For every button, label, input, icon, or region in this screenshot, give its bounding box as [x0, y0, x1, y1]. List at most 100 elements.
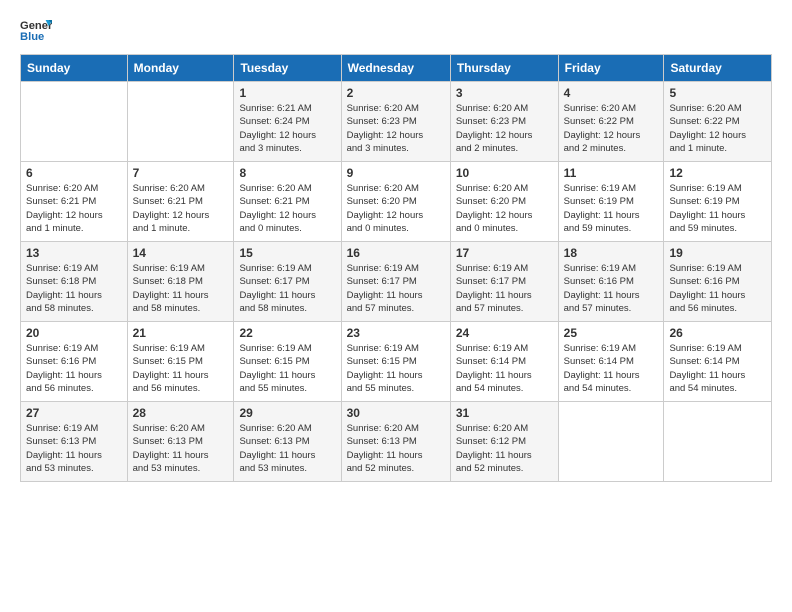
day-header-sunday: Sunday: [21, 55, 128, 82]
calendar-cell: 20 Sunrise: 6:19 AMSunset: 6:16 PMDayligh…: [21, 322, 128, 402]
day-number: 26: [669, 326, 766, 340]
calendar-cell: [21, 82, 128, 162]
day-info: Sunrise: 6:20 AMSunset: 6:22 PMDaylight:…: [564, 102, 659, 155]
day-number: 21: [133, 326, 229, 340]
calendar-cell: [664, 402, 772, 482]
day-info: Sunrise: 6:19 AMSunset: 6:19 PMDaylight:…: [669, 182, 766, 235]
calendar-cell: 11Sunrise: 6:19 AMSunset: 6:19 PMDayligh…: [558, 162, 664, 242]
logo-icon: General Blue: [20, 16, 52, 44]
day-info: Sunrise: 6:19 AMSunset: 6:18 PMDaylight:…: [133, 262, 229, 315]
day-info: Sunrise: 6:19 AMSunset: 6:15 PMDaylight:…: [133, 342, 229, 395]
day-info: Sunrise: 6:19 AMSunset: 6:17 PMDaylight:…: [347, 262, 445, 315]
calendar-cell: 15 Sunrise: 6:19 AMSunset: 6:17 PMDayligh…: [234, 242, 341, 322]
calendar-cell: 3 Sunrise: 6:20 AMSunset: 6:23 PMDaylight…: [450, 82, 558, 162]
day-number: 19: [669, 246, 766, 260]
calendar-cell: 5Sunrise: 6:20 AMSunset: 6:22 PMDaylight…: [664, 82, 772, 162]
day-number: 12: [669, 166, 766, 180]
day-info: Sunrise: 6:20 AMSunset: 6:23 PMDaylight:…: [456, 102, 553, 155]
day-number: 9: [347, 166, 445, 180]
calendar-cell: 2Sunrise: 6:20 AMSunset: 6:23 PMDaylight…: [341, 82, 450, 162]
calendar-cell: 7 Sunrise: 6:20 AMSunset: 6:21 PMDaylight…: [127, 162, 234, 242]
calendar-cell: 10Sunrise: 6:20 AMSunset: 6:20 PMDayligh…: [450, 162, 558, 242]
day-info: Sunrise: 6:20 AMSunset: 6:13 PMDaylight:…: [133, 422, 229, 475]
day-number: 27: [26, 406, 122, 420]
day-number: 3: [456, 86, 553, 100]
day-number: 14: [133, 246, 229, 260]
page: General Blue SundayMondayTuesdayWednesda…: [0, 0, 792, 612]
day-number: 31: [456, 406, 553, 420]
calendar-cell: 28Sunrise: 6:20 AMSunset: 6:13 PMDayligh…: [127, 402, 234, 482]
week-row-5: 27 Sunrise: 6:19 AMSunset: 6:13 PMDayligh…: [21, 402, 772, 482]
day-number: 13: [26, 246, 122, 260]
logo: General Blue: [20, 16, 56, 44]
day-number: 4: [564, 86, 659, 100]
day-header-saturday: Saturday: [664, 55, 772, 82]
day-info: Sunrise: 6:19 AMSunset: 6:16 PMDaylight:…: [26, 342, 122, 395]
calendar-cell: 31 Sunrise: 6:20 AMSunset: 6:12 PMDayligh…: [450, 402, 558, 482]
day-number: 1: [239, 86, 335, 100]
day-number: 18: [564, 246, 659, 260]
day-number: 30: [347, 406, 445, 420]
calendar-cell: 14 Sunrise: 6:19 AMSunset: 6:18 PMDayligh…: [127, 242, 234, 322]
day-info: Sunrise: 6:20 AMSunset: 6:12 PMDaylight:…: [456, 422, 553, 475]
day-info: Sunrise: 6:19 AMSunset: 6:15 PMDaylight:…: [239, 342, 335, 395]
calendar-cell: 22 Sunrise: 6:19 AMSunset: 6:15 PMDayligh…: [234, 322, 341, 402]
calendar-cell: 8Sunrise: 6:20 AMSunset: 6:21 PMDaylight…: [234, 162, 341, 242]
day-info: Sunrise: 6:19 AMSunset: 6:18 PMDaylight:…: [26, 262, 122, 315]
calendar-cell: 6Sunrise: 6:20 AMSunset: 6:21 PMDaylight…: [21, 162, 128, 242]
day-info: Sunrise: 6:20 AMSunset: 6:21 PMDaylight:…: [239, 182, 335, 235]
day-info: Sunrise: 6:21 AMSunset: 6:24 PMDaylight:…: [239, 102, 335, 155]
calendar-cell: 18Sunrise: 6:19 AMSunset: 6:16 PMDayligh…: [558, 242, 664, 322]
calendar-cell: 27 Sunrise: 6:19 AMSunset: 6:13 PMDayligh…: [21, 402, 128, 482]
calendar-cell: 19 Sunrise: 6:19 AMSunset: 6:16 PMDayligh…: [664, 242, 772, 322]
calendar-cell: 1 Sunrise: 6:21 AMSunset: 6:24 PMDaylight…: [234, 82, 341, 162]
day-header-friday: Friday: [558, 55, 664, 82]
calendar-cell: [127, 82, 234, 162]
calendar-cell: [558, 402, 664, 482]
day-header-monday: Monday: [127, 55, 234, 82]
day-number: 16: [347, 246, 445, 260]
calendar-cell: 29 Sunrise: 6:20 AMSunset: 6:13 PMDayligh…: [234, 402, 341, 482]
day-info: Sunrise: 6:19 AMSunset: 6:14 PMDaylight:…: [456, 342, 553, 395]
day-number: 15: [239, 246, 335, 260]
day-number: 2: [347, 86, 445, 100]
week-row-1: 1 Sunrise: 6:21 AMSunset: 6:24 PMDaylight…: [21, 82, 772, 162]
day-number: 20: [26, 326, 122, 340]
calendar-cell: 9 Sunrise: 6:20 AMSunset: 6:20 PMDaylight…: [341, 162, 450, 242]
calendar-cell: 26 Sunrise: 6:19 AMSunset: 6:14 PMDayligh…: [664, 322, 772, 402]
week-row-3: 13 Sunrise: 6:19 AMSunset: 6:18 PMDayligh…: [21, 242, 772, 322]
day-info: Sunrise: 6:20 AMSunset: 6:21 PMDaylight:…: [26, 182, 122, 235]
calendar-cell: 17Sunrise: 6:19 AMSunset: 6:17 PMDayligh…: [450, 242, 558, 322]
day-info: Sunrise: 6:19 AMSunset: 6:19 PMDaylight:…: [564, 182, 659, 235]
day-header-wednesday: Wednesday: [341, 55, 450, 82]
calendar-table: SundayMondayTuesdayWednesdayThursdayFrid…: [20, 54, 772, 482]
calendar-cell: 30Sunrise: 6:20 AMSunset: 6:13 PMDayligh…: [341, 402, 450, 482]
day-info: Sunrise: 6:20 AMSunset: 6:20 PMDaylight:…: [347, 182, 445, 235]
day-info: Sunrise: 6:19 AMSunset: 6:15 PMDaylight:…: [347, 342, 445, 395]
week-row-2: 6Sunrise: 6:20 AMSunset: 6:21 PMDaylight…: [21, 162, 772, 242]
day-info: Sunrise: 6:20 AMSunset: 6:22 PMDaylight:…: [669, 102, 766, 155]
header: General Blue: [20, 16, 772, 44]
calendar-cell: 23 Sunrise: 6:19 AMSunset: 6:15 PMDayligh…: [341, 322, 450, 402]
day-info: Sunrise: 6:19 AMSunset: 6:17 PMDaylight:…: [239, 262, 335, 315]
calendar-header-row: SundayMondayTuesdayWednesdayThursdayFrid…: [21, 55, 772, 82]
day-info: Sunrise: 6:19 AMSunset: 6:16 PMDaylight:…: [669, 262, 766, 315]
svg-text:Blue: Blue: [20, 31, 44, 43]
day-info: Sunrise: 6:20 AMSunset: 6:21 PMDaylight:…: [133, 182, 229, 235]
calendar-cell: 13 Sunrise: 6:19 AMSunset: 6:18 PMDayligh…: [21, 242, 128, 322]
day-number: 22: [239, 326, 335, 340]
day-number: 17: [456, 246, 553, 260]
day-number: 10: [456, 166, 553, 180]
day-header-thursday: Thursday: [450, 55, 558, 82]
calendar-cell: 21 Sunrise: 6:19 AMSunset: 6:15 PMDayligh…: [127, 322, 234, 402]
calendar-cell: 12 Sunrise: 6:19 AMSunset: 6:19 PMDayligh…: [664, 162, 772, 242]
day-info: Sunrise: 6:19 AMSunset: 6:14 PMDaylight:…: [669, 342, 766, 395]
calendar-cell: 24Sunrise: 6:19 AMSunset: 6:14 PMDayligh…: [450, 322, 558, 402]
calendar-cell: 16 Sunrise: 6:19 AMSunset: 6:17 PMDayligh…: [341, 242, 450, 322]
day-info: Sunrise: 6:20 AMSunset: 6:13 PMDaylight:…: [239, 422, 335, 475]
day-number: 29: [239, 406, 335, 420]
calendar-cell: 25Sunrise: 6:19 AMSunset: 6:14 PMDayligh…: [558, 322, 664, 402]
day-info: Sunrise: 6:19 AMSunset: 6:13 PMDaylight:…: [26, 422, 122, 475]
day-number: 7: [133, 166, 229, 180]
day-number: 23: [347, 326, 445, 340]
